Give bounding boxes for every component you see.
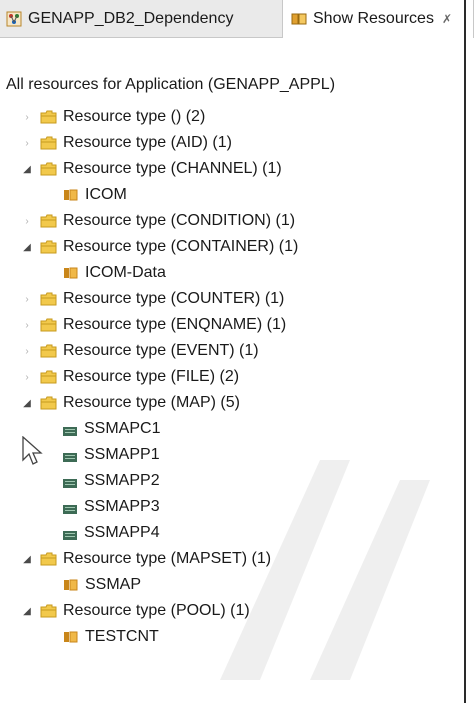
tree-node-resource-type[interactable]: ◢ Resource type (CHANNEL) (1) [0, 156, 474, 182]
close-icon[interactable]: ✗ [442, 12, 452, 26]
editor-tab-bar: GENAPP_DB2_Dependency Show Resources ✗ [0, 0, 474, 38]
folder-icon [40, 214, 57, 228]
folder-icon [40, 318, 57, 332]
folder-icon [40, 370, 57, 384]
folder-icon [40, 552, 57, 566]
tree-item-label: SSMAPP1 [84, 446, 160, 463]
tree-node-resource-type[interactable]: ◢ Resource type (CONTAINER) (1) [0, 234, 474, 260]
resources-view-icon [291, 11, 307, 27]
tree-item-label: TESTCNT [85, 628, 159, 645]
tree-leaf-item[interactable]: ICOM [0, 182, 474, 208]
tree-item-label: Resource type (ENQNAME) (1) [63, 316, 287, 333]
map-icon [62, 502, 78, 514]
collapsed-twisty-icon[interactable]: › [20, 370, 34, 384]
expanded-twisty-icon[interactable]: ◢ [20, 604, 34, 618]
tab-label: GENAPP_DB2_Dependency [28, 9, 234, 27]
tree-item-label: Resource type (FILE) (2) [63, 368, 240, 385]
mouse-pointer-icon [22, 436, 43, 465]
tree-item-label: Resource type (AID) (1) [63, 134, 232, 151]
folder-icon [40, 110, 57, 124]
resource-icon [62, 188, 79, 202]
tab-label: Show Resources [313, 10, 434, 27]
folder-icon [40, 292, 57, 306]
expanded-twisty-icon[interactable]: ◢ [20, 396, 34, 410]
tree-item-label: SSMAPP4 [84, 524, 160, 541]
tree-item-label: Resource type () (2) [63, 108, 206, 125]
folder-icon [40, 240, 57, 254]
folder-icon [40, 344, 57, 358]
resource-icon [62, 630, 79, 644]
resource-icon [62, 578, 79, 592]
tree-node-resource-type[interactable]: › Resource type (CONDITION) (1) [0, 208, 474, 234]
tree-node-resource-type[interactable]: › Resource type (COUNTER) (1) [0, 286, 474, 312]
folder-icon [40, 604, 57, 618]
tab-genapp-db2-dependency[interactable]: GENAPP_DB2_Dependency [0, 0, 282, 37]
map-icon [62, 424, 78, 436]
expanded-twisty-icon[interactable]: ◢ [20, 162, 34, 176]
tree-item-label: SSMAPP3 [84, 498, 160, 515]
folder-icon [40, 396, 57, 410]
collapsed-twisty-icon[interactable]: › [20, 344, 34, 358]
tree-item-label: ICOM [85, 186, 127, 203]
tree-node-resource-type[interactable]: › Resource type (AID) (1) [0, 130, 474, 156]
tree-node-resource-type[interactable]: › Resource type () (2) [0, 104, 474, 130]
view-toolbar [0, 38, 474, 70]
folder-icon [40, 136, 57, 150]
tree-node-resource-type[interactable]: › Resource type (FILE) (2) [0, 364, 474, 390]
collapsed-twisty-icon[interactable]: › [20, 318, 34, 332]
right-border [464, 0, 466, 703]
resource-icon [62, 266, 79, 280]
collapsed-twisty-icon[interactable]: › [20, 292, 34, 306]
map-icon [62, 476, 78, 488]
tree-item-label: SSMAPP2 [84, 472, 160, 489]
map-icon [62, 450, 78, 462]
collapsed-twisty-icon[interactable]: › [20, 136, 34, 150]
tree-item-label: Resource type (EVENT) (1) [63, 342, 259, 359]
tree-item-label: SSMAPC1 [84, 420, 161, 437]
tree-item-label: Resource type (CONDITION) (1) [63, 212, 296, 229]
watermark [220, 460, 430, 680]
tree-node-resource-type[interactable]: ◢ Resource type (MAP) (5) [0, 390, 474, 416]
view-heading: All resources for Application (GENAPP_AP… [6, 76, 336, 93]
tree-item-label: ICOM-Data [85, 264, 166, 281]
expanded-twisty-icon[interactable]: ◢ [20, 552, 34, 566]
tree-item-label: Resource type (CHANNEL) (1) [63, 160, 282, 177]
tree-item-label: Resource type (COUNTER) (1) [63, 290, 285, 307]
collapsed-twisty-icon[interactable]: › [20, 110, 34, 124]
tree-leaf-item[interactable]: SSMAPC1 [0, 416, 474, 442]
collapsed-twisty-icon[interactable]: › [20, 214, 34, 228]
tree-node-resource-type[interactable]: › Resource type (EVENT) (1) [0, 338, 474, 364]
tree-item-label: Resource type (CONTAINER) (1) [63, 238, 299, 255]
tab-show-resources[interactable]: Show Resources ✗ [282, 0, 474, 38]
tree-item-label: SSMAP [85, 576, 142, 593]
map-icon [62, 528, 78, 540]
tree-node-resource-type[interactable]: › Resource type (ENQNAME) (1) [0, 312, 474, 338]
tree-item-label: Resource type (MAP) (5) [63, 394, 240, 411]
tree-leaf-item[interactable]: ICOM-Data [0, 260, 474, 286]
graph-editor-icon [6, 11, 22, 27]
folder-icon [40, 162, 57, 176]
expanded-twisty-icon[interactable]: ◢ [20, 240, 34, 254]
